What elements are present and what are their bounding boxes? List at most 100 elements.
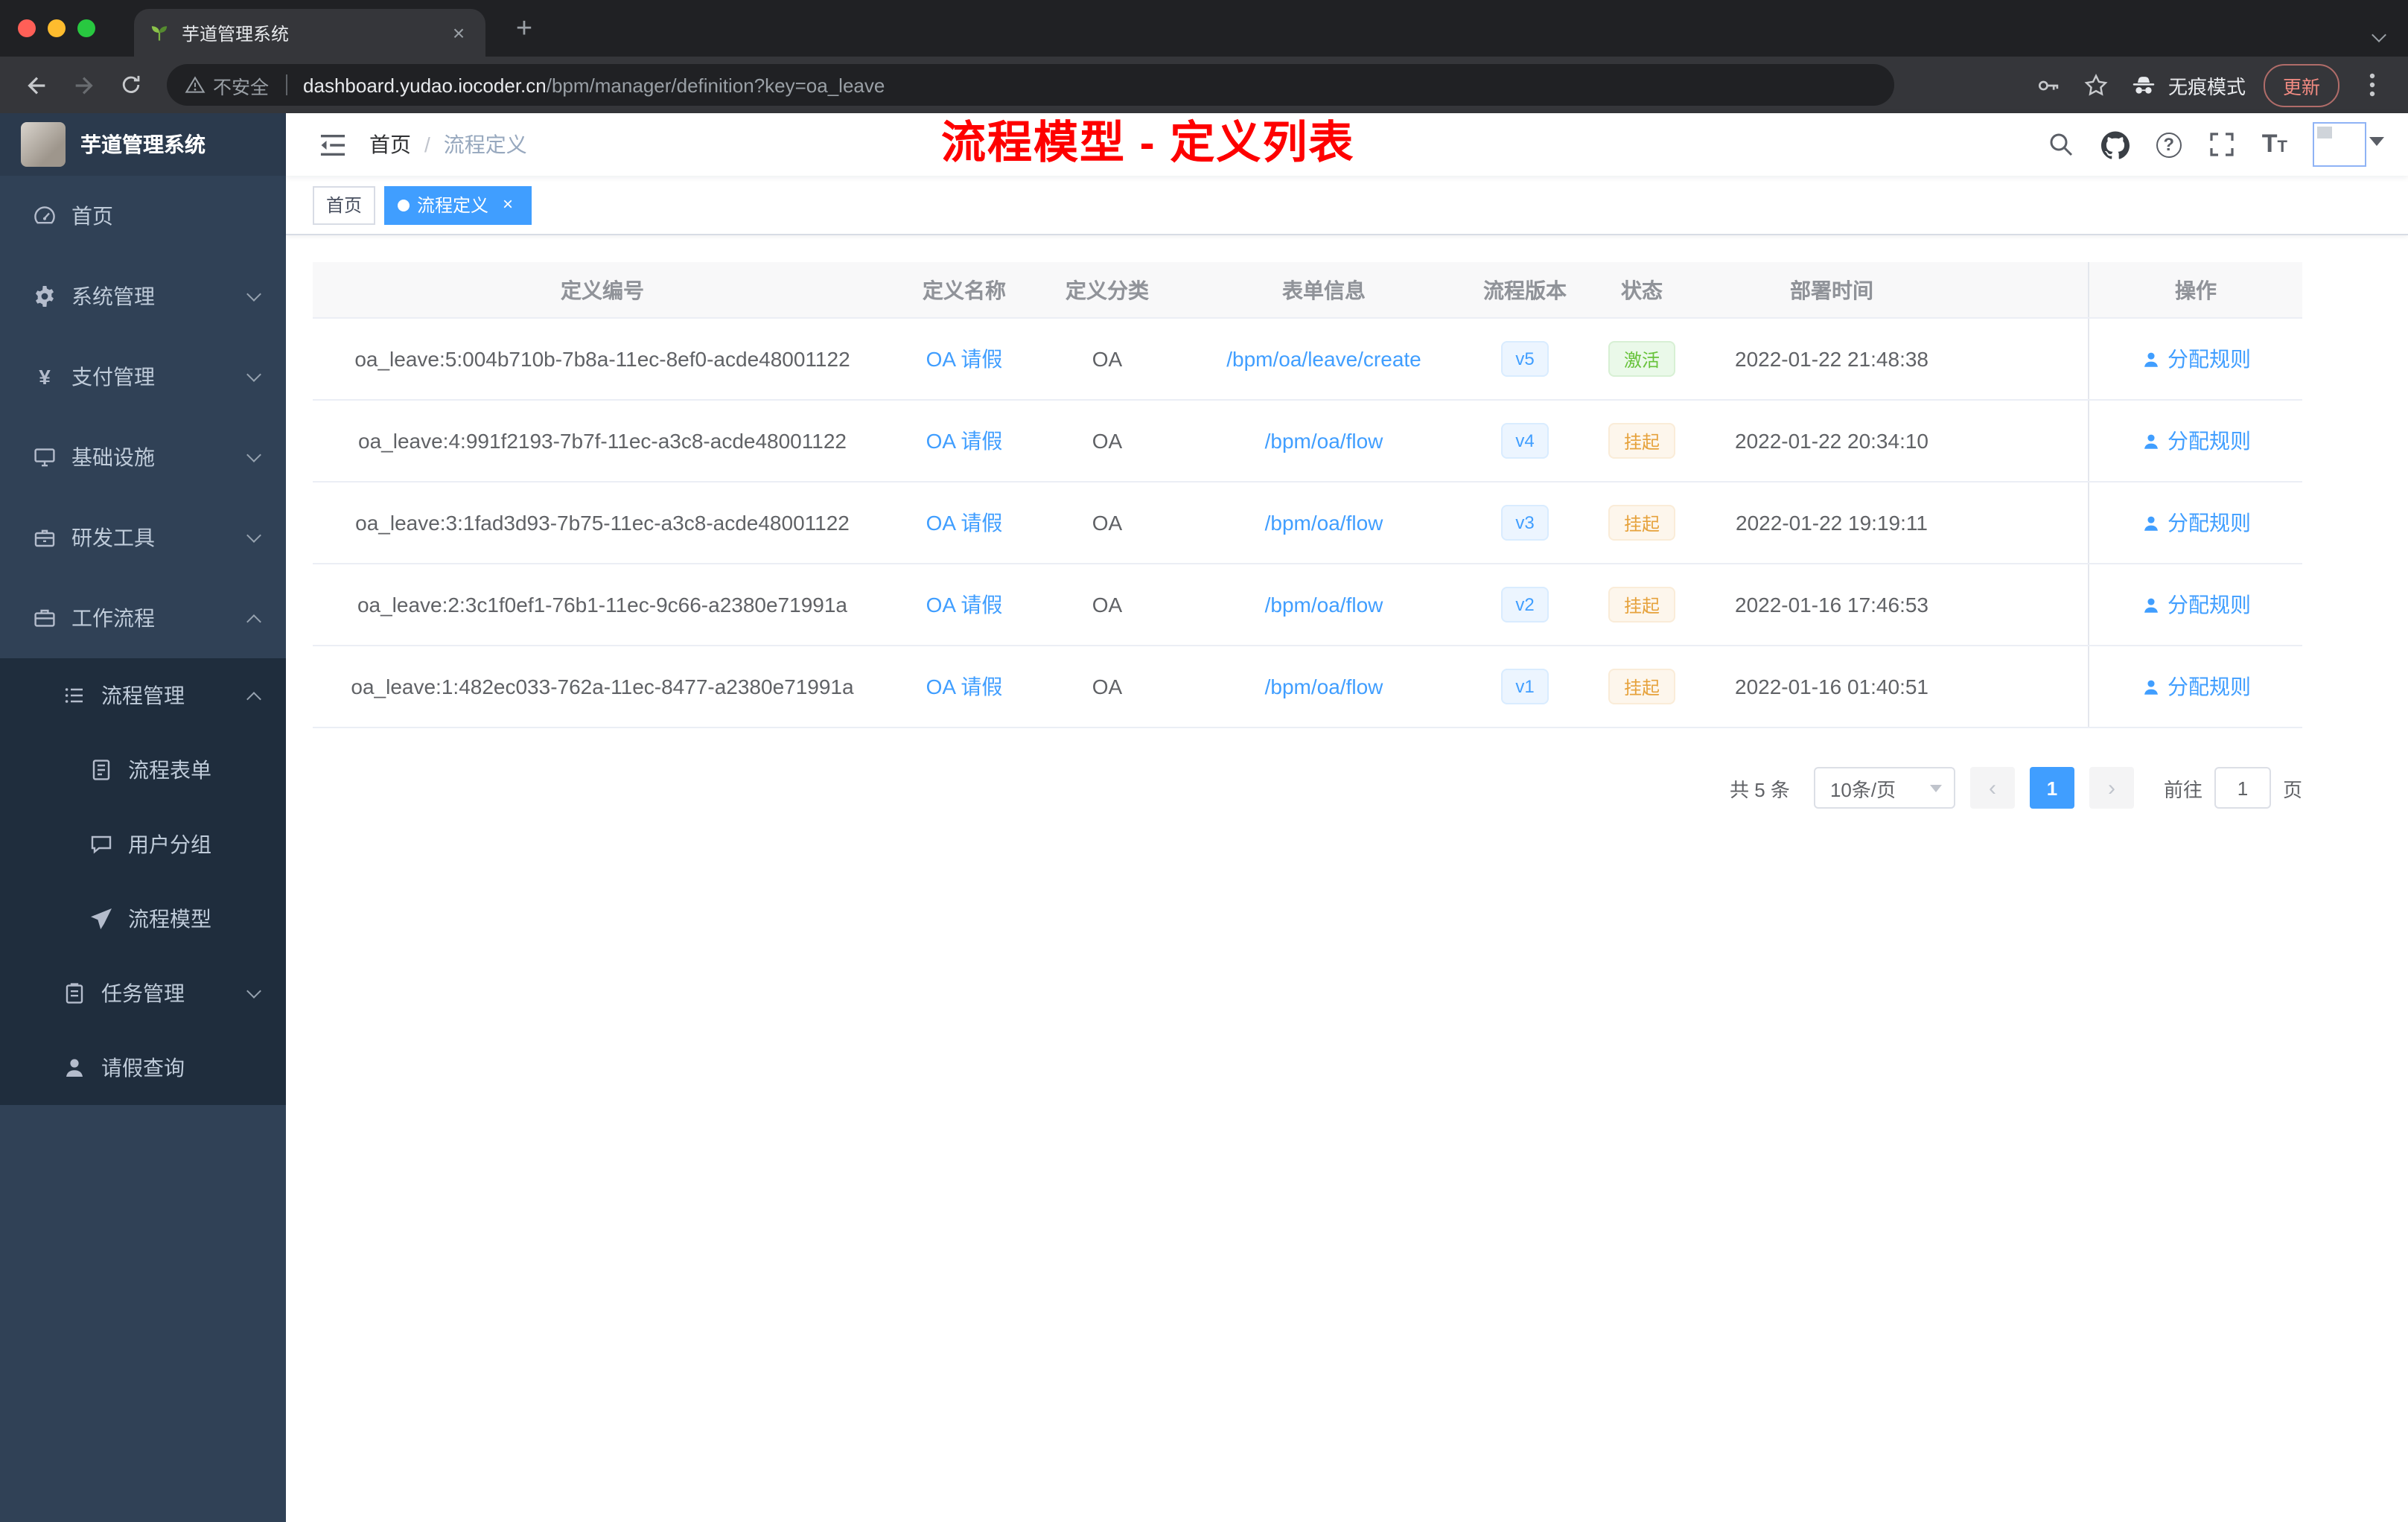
version-tag: v5 — [1500, 341, 1549, 377]
definition-id: oa_leave:5:004b710b-7b8a-11ec-8ef0-acde4… — [354, 347, 850, 371]
update-button[interactable]: 更新 — [2263, 63, 2339, 106]
tag-home[interactable]: 首页 — [313, 185, 376, 224]
tag-process-definition[interactable]: 流程定义 × — [384, 185, 532, 224]
definition-category: OA — [1092, 347, 1123, 371]
version-tag: v1 — [1500, 669, 1549, 704]
sidebar-item-infrastructure[interactable]: 基础设施 — [0, 417, 286, 497]
address-bar[interactable]: 不安全 dashboard.yudao.iocoder.cn/bpm/manag… — [167, 64, 1894, 106]
sidebar-collapse-icon[interactable] — [307, 119, 357, 170]
sidebar-item-payment[interactable]: ¥ 支付管理 — [0, 337, 286, 417]
close-window-button[interactable] — [18, 19, 36, 37]
toolbox-icon — [33, 526, 57, 550]
sidebar-item-label: 基础设施 — [71, 445, 155, 469]
security-label: 不安全 — [213, 77, 270, 98]
reload-button[interactable] — [110, 64, 152, 106]
browser-menu-icon[interactable] — [2357, 70, 2387, 100]
active-dot-icon — [398, 199, 410, 211]
assign-rule-link[interactable]: 分配规则 — [2141, 672, 2251, 701]
search-icon[interactable] — [2046, 130, 2076, 159]
sidebar-item-devtools[interactable]: 研发工具 — [0, 497, 286, 578]
form-link[interactable]: /bpm/oa/flow — [1265, 675, 1383, 698]
sidebar-item-process-form[interactable]: 流程表单 — [0, 733, 286, 807]
bookmark-star-icon[interactable] — [2082, 70, 2112, 100]
user-icon — [2144, 597, 2157, 612]
page-number-button[interactable]: 1 — [2029, 767, 2074, 809]
sidebar-item-label: 任务管理 — [101, 981, 185, 1005]
sidebar-item-workflow[interactable]: 工作流程 — [0, 578, 286, 658]
table-header-row: 定义编号 定义名称 定义分类 表单信息 流程版本 状态 部署时间 操作 — [313, 262, 2302, 319]
user-icon — [2144, 433, 2157, 448]
new-tab-button[interactable]: + — [506, 12, 542, 48]
definition-name-link[interactable]: OA 请假 — [926, 672, 1003, 701]
assign-rule-link[interactable]: 分配规则 — [2141, 344, 2251, 374]
back-button[interactable] — [15, 64, 57, 106]
definition-id: oa_leave:1:482ec033-762a-11ec-8477-a2380… — [351, 675, 854, 698]
app-frame: 芋道管理系统 首页 系统管理 ¥ 支付管理 基础设施 研发工具 工作流程 流程管… — [0, 113, 2408, 1522]
sidebar-item-leave-query[interactable]: 请假查询 — [0, 1031, 286, 1105]
sidebar-item-user-group[interactable]: 用户分组 — [0, 807, 286, 882]
deploy-time: 2022-01-22 19:19:11 — [1736, 511, 1928, 535]
key-icon[interactable] — [2034, 70, 2064, 100]
form-link[interactable]: /bpm/oa/flow — [1265, 511, 1383, 535]
app-header: 首页 / 流程定义 流程模型 - 定义列表 ? TT — [286, 113, 2408, 176]
forward-button[interactable] — [63, 64, 104, 106]
sidebar-item-task-management[interactable]: 任务管理 — [0, 956, 286, 1031]
breadcrumb-home[interactable]: 首页 — [369, 130, 411, 159]
row-spacer — [1960, 319, 2088, 399]
definition-name-link[interactable]: OA 请假 — [926, 344, 1003, 374]
url-domain: dashboard.yudao.iocoder.cn — [303, 74, 547, 96]
maximize-window-button[interactable] — [77, 19, 95, 37]
breadcrumb-current: 流程定义 — [443, 133, 527, 156]
definition-name-link[interactable]: OA 请假 — [926, 590, 1003, 620]
table-row: oa_leave:2:3c1f0ef1-76b1-11ec-9c66-a2380… — [313, 564, 2302, 646]
sidebar-item-system[interactable]: 系统管理 — [0, 256, 286, 337]
tag-label: 首页 — [326, 195, 363, 216]
page-size-select[interactable]: 10条/页 — [1813, 767, 1955, 809]
definition-name-link[interactable]: OA 请假 — [926, 426, 1003, 456]
security-chip[interactable]: 不安全 — [185, 71, 269, 99]
list-icon — [63, 684, 86, 707]
minimize-window-button[interactable] — [48, 19, 66, 37]
help-icon[interactable]: ? — [2156, 132, 2182, 157]
chevron-down-icon — [246, 367, 261, 382]
definition-name-link[interactable]: OA 请假 — [926, 508, 1003, 538]
deploy-time: 2022-01-22 20:34:10 — [1735, 429, 1928, 453]
next-page-button[interactable]: › — [2089, 767, 2134, 809]
sidebar: 芋道管理系统 首页 系统管理 ¥ 支付管理 基础设施 研发工具 工作流程 流程管… — [0, 113, 286, 1522]
page-size-value: 10条/页 — [1829, 778, 1896, 800]
sidebar-item-process-management[interactable]: 流程管理 — [0, 658, 286, 733]
tag-close-icon[interactable]: × — [497, 194, 518, 215]
assign-rule-link[interactable]: 分配规则 — [2141, 590, 2251, 620]
tab-close-icon[interactable]: × — [447, 21, 471, 45]
tab-search-chevron-icon[interactable] — [2372, 21, 2386, 48]
github-icon[interactable] — [2101, 130, 2131, 159]
sidebar-item-process-model[interactable]: 流程模型 — [0, 882, 286, 956]
fullscreen-icon[interactable] — [2207, 130, 2237, 159]
form-link[interactable]: /bpm/oa/flow — [1265, 593, 1383, 617]
browser-tab[interactable]: 芋道管理系统 × — [134, 9, 485, 57]
column-header: 状态 — [1621, 278, 1663, 302]
tag-label: 流程定义 — [417, 195, 489, 216]
definition-table: 定义编号 定义名称 定义分类 表单信息 流程版本 状态 部署时间 操作 oa_l… — [313, 262, 2302, 728]
table-row: oa_leave:1:482ec033-762a-11ec-8477-a2380… — [313, 646, 2302, 728]
definition-id: oa_leave:4:991f2193-7b7f-11ec-a3c8-acde4… — [358, 429, 847, 453]
page-jumper: 前往 页 — [2164, 767, 2302, 809]
font-size-icon[interactable]: TT — [2262, 130, 2287, 159]
definition-category: OA — [1092, 675, 1123, 698]
incognito-badge: 无痕模式 — [2130, 71, 2246, 99]
assign-rule-link[interactable]: 分配规则 — [2141, 426, 2251, 456]
form-link[interactable]: /bpm/oa/leave/create — [1226, 347, 1421, 371]
goto-page-input[interactable] — [2214, 767, 2271, 809]
row-spacer — [1960, 483, 2088, 563]
sidebar-item-home[interactable]: 首页 — [0, 176, 286, 256]
breadcrumb-separator: / — [424, 133, 430, 156]
sidebar-logo-row[interactable]: 芋道管理系统 — [0, 113, 286, 176]
avatar-menu[interactable] — [2313, 122, 2384, 167]
assign-rule-link[interactable]: 分配规则 — [2141, 508, 2251, 538]
chevron-down-icon — [246, 984, 261, 999]
version-tag: v2 — [1500, 587, 1549, 623]
column-header: 表单信息 — [1282, 278, 1366, 302]
yen-icon: ¥ — [39, 365, 51, 389]
prev-page-button[interactable]: ‹ — [1969, 767, 2015, 809]
form-link[interactable]: /bpm/oa/flow — [1265, 429, 1383, 453]
